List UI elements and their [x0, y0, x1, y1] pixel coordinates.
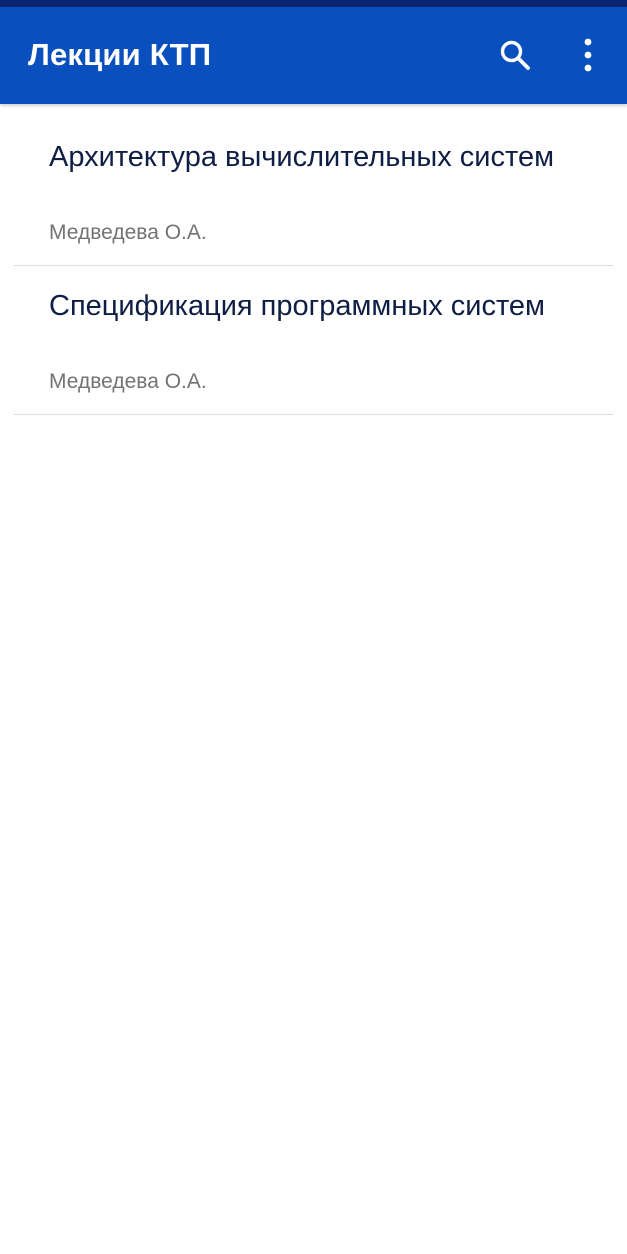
app-title: Лекции КТП — [28, 37, 212, 72]
app-bar: Лекции КТП — [0, 7, 627, 104]
more-options-button[interactable] — [564, 31, 612, 79]
search-icon — [500, 40, 530, 70]
lecture-list: Архитектура вычислительных систем Медвед… — [0, 104, 627, 415]
lecture-list-item[interactable]: Спецификация программных систем Медведев… — [14, 266, 613, 415]
more-vert-icon — [584, 38, 592, 72]
status-bar — [0, 0, 627, 7]
lecture-author: Медведева О.А. — [49, 221, 207, 244]
lecture-title: Спецификация программных систем — [49, 290, 545, 322]
lecture-author: Медведева О.А. — [49, 370, 207, 393]
lecture-title: Архитектура вычислительных систем — [49, 141, 555, 173]
lecture-list-item[interactable]: Архитектура вычислительных систем Медвед… — [14, 104, 613, 266]
search-button[interactable] — [491, 31, 539, 79]
